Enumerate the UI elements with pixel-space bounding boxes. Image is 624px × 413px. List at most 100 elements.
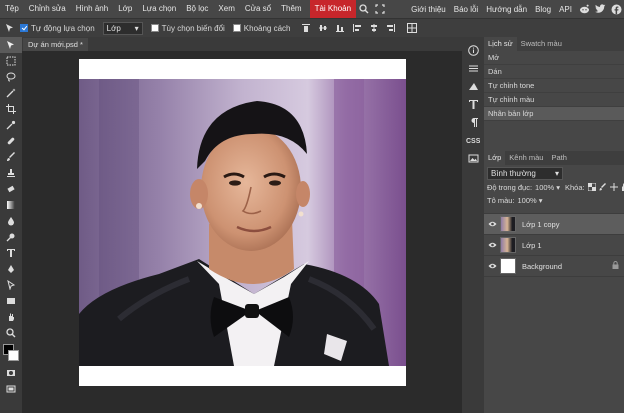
layer-row[interactable]: Lớp 1 copy [484,214,624,235]
target-select[interactable]: Lớp ▾ [102,21,143,35]
zoom-tool-icon[interactable] [0,325,22,341]
menu-api[interactable]: API [555,5,576,14]
align-right-icon[interactable] [384,21,398,35]
history-item[interactable]: Tự chỉnh màu [484,93,624,107]
chevron-down-icon: ▾ [554,169,559,178]
move-tool-icon[interactable] [0,37,22,53]
character-icon[interactable] [462,95,484,113]
color-swatches[interactable] [0,341,22,365]
menu-edit[interactable]: Chỉnh sửa [24,0,71,18]
menu-report-bug[interactable]: Báo lỗi [450,5,482,14]
text-tool-icon[interactable] [0,245,22,261]
history-item[interactable]: Nhân bản lớp [484,107,624,121]
transform-check[interactable] [150,24,159,32]
magic-wand-tool-icon[interactable] [0,85,22,101]
quick-mask-icon[interactable] [0,365,22,381]
background-color-swatch[interactable] [8,350,19,361]
align-left-icon[interactable] [350,21,364,35]
align-bottom-icon[interactable] [333,21,347,35]
layer-row[interactable]: Lớp 1 [484,235,624,256]
menu-image[interactable]: Hình ảnh [71,0,113,18]
fill-value[interactable]: 100% [518,196,537,205]
paragraph-icon[interactable] [462,113,484,131]
grid-icon[interactable] [405,21,419,35]
distance-checkbox[interactable]: Khoảng cách [232,24,291,33]
tab-history[interactable]: Lịch sử [484,37,517,51]
css-icon[interactable]: CSS [462,131,484,149]
menu-window[interactable]: Cửa sổ [240,0,276,18]
right-panels: Lịch sử Swatch màu Mở Dán Tự chỉnh tone … [484,37,624,413]
gradient-tool-icon[interactable] [0,197,22,213]
menu-more[interactable]: Thêm [276,0,306,18]
eye-icon[interactable] [484,263,500,269]
pen-tool-icon[interactable] [0,261,22,277]
shape-tool-icon[interactable] [0,293,22,309]
crop-tool-icon[interactable] [0,101,22,117]
menu-filter[interactable]: Bộ lọc [181,0,213,18]
blur-tool-icon[interactable] [0,213,22,229]
canvas-workspace[interactable] [22,51,462,413]
reddit-icon[interactable] [576,0,592,18]
menu-account[interactable]: Tài Khoản [309,0,357,18]
transform-checkbox[interactable]: Tùy chọn biến đổi [150,24,225,33]
tab-paths[interactable]: Path [547,151,570,165]
twitter-icon[interactable] [592,0,608,18]
fill-label: Tô màu: [487,196,515,205]
info-icon[interactable] [462,41,484,59]
fullscreen-icon[interactable] [372,0,388,18]
brush-tool-icon[interactable] [0,149,22,165]
marquee-tool-icon[interactable] [0,53,22,69]
layers-panel-tabs: Lớp Kênh màu Path [484,151,624,165]
eye-icon[interactable] [484,242,500,248]
search-icon[interactable] [356,0,372,18]
tab-layers[interactable]: Lớp [484,151,506,165]
facebook-icon[interactable] [608,0,624,18]
align-hcenter-icon[interactable] [367,21,381,35]
image-icon[interactable] [462,149,484,167]
blend-mode-select[interactable]: Bình thường ▾ [487,167,563,180]
tab-swatches[interactable]: Swatch màu [517,37,566,51]
menu-guide[interactable]: Hướng dẫn [482,5,531,14]
properties-icon[interactable] [462,59,484,77]
eraser-tool-icon[interactable] [0,181,22,197]
auto-select-check[interactable] [20,24,28,32]
dodge-tool-icon[interactable] [0,229,22,245]
menu-file[interactable]: Tệp [0,0,24,18]
tab-channels[interactable]: Kênh màu [505,151,547,165]
healing-tool-icon[interactable] [0,133,22,149]
menu-blog[interactable]: Blog [531,5,555,14]
eyedropper-tool-icon[interactable] [0,117,22,133]
layer-row[interactable]: Background [484,256,624,277]
lasso-tool-icon[interactable] [0,69,22,85]
document-canvas[interactable] [79,59,406,386]
panel-icon-column: CSS [462,37,484,413]
layers-list: Lớp 1 copy Lớp 1 Background [484,213,624,277]
lock-transparency-icon[interactable] [587,182,597,193]
eye-icon[interactable] [484,221,500,227]
hand-tool-icon[interactable] [0,309,22,325]
menu-select[interactable]: Lựa chọn [137,0,181,18]
chevron-down-icon[interactable]: ▾ [539,196,543,205]
screen-mode-icon[interactable] [0,381,22,397]
distance-check[interactable] [232,24,241,32]
portrait-photo [79,79,406,366]
align-top-icon[interactable] [299,21,313,35]
lock-move-icon[interactable] [609,182,618,193]
path-select-tool-icon[interactable] [0,277,22,293]
align-vcenter-icon[interactable] [316,21,330,35]
history-item[interactable]: Dán [484,65,624,79]
adjustments-icon[interactable] [462,77,484,95]
menu-layer[interactable]: Lớp [113,0,137,18]
opacity-value[interactable]: 100% [535,183,554,192]
menu-about[interactable]: Giới thiệu [407,5,450,14]
history-item[interactable]: Mở [484,51,624,65]
history-item[interactable]: Tự chỉnh tone [484,79,624,93]
clone-stamp-tool-icon[interactable] [0,165,22,181]
auto-select-checkbox[interactable]: Tự động lựa chọn [20,24,95,33]
lock-brush-icon[interactable] [599,182,607,193]
chevron-down-icon[interactable]: ▾ [556,183,560,192]
document-tab[interactable]: Dự án mới.psd * [23,38,88,51]
lock-all-icon[interactable] [621,182,624,193]
menu-view[interactable]: Xem [213,0,239,18]
move-tool-preset-icon[interactable] [0,20,20,36]
